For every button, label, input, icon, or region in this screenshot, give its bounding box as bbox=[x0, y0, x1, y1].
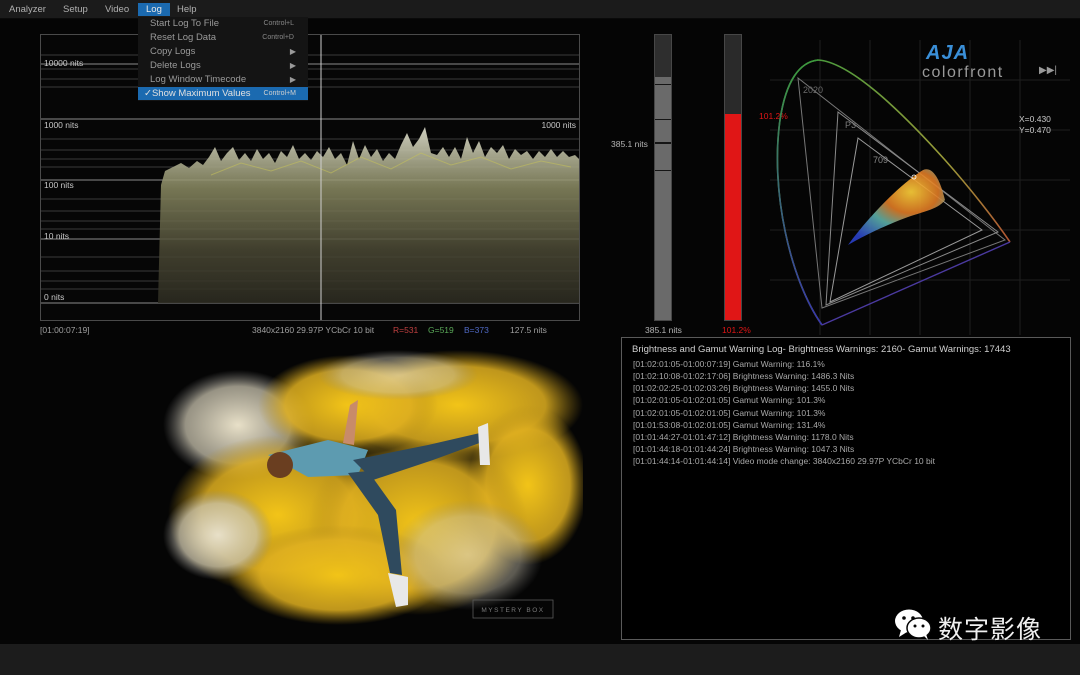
label-1000-nits-right: 1000 nits bbox=[541, 120, 577, 130]
label-10-nits: 10 nits bbox=[44, 231, 70, 241]
wechat-account-name: 数字影像 bbox=[938, 615, 1043, 644]
menu-log[interactable]: Log bbox=[138, 3, 170, 16]
menu-reset-log-data[interactable]: Reset Log Data Control+D bbox=[138, 31, 308, 44]
mystery-box-watermark: MYSTERY BOX bbox=[481, 607, 544, 614]
log-line: [01:01:44:27-01:01:47:12] Brightness War… bbox=[633, 432, 854, 442]
menu-analyzer[interactable]: Analyzer bbox=[6, 3, 49, 16]
b-value: B=373 bbox=[464, 325, 489, 335]
chevron-right-icon: ▶ bbox=[289, 61, 296, 70]
video-preview-image: MYSTERY BOX bbox=[163, 350, 583, 625]
log-line: [01:01:44:18-01:01:44:24] Brightness War… bbox=[633, 444, 855, 454]
video-mode: 3840x2160 29.97P YCbCr 10 bit bbox=[252, 325, 375, 335]
menu-show-maximum-values[interactable]: ✓Show Maximum Values Control+M bbox=[138, 87, 308, 100]
waveform-graph bbox=[41, 35, 579, 320]
colorfront-mark-icon: ▶▶| bbox=[1039, 65, 1057, 76]
brightness-meter bbox=[654, 34, 672, 321]
menu-help[interactable]: Help bbox=[174, 3, 200, 16]
gamut-label-2020: 2020 bbox=[803, 85, 823, 95]
y-coordinate-readout: Y=0.470 bbox=[1019, 125, 1051, 135]
log-line: [01:02:01:05-01:02:01:05] Gamut Warning:… bbox=[633, 395, 826, 405]
label-1000-nits-left: 1000 nits bbox=[44, 120, 79, 130]
gamut-bottom-label: 101.2% bbox=[722, 325, 751, 335]
x-coordinate-readout: X=0.430 bbox=[1019, 114, 1051, 124]
gamut-label-709: 709 bbox=[873, 155, 888, 165]
gamut-meter bbox=[724, 34, 742, 321]
wechat-icon bbox=[895, 609, 932, 640]
brightness-side-label: 385.1 nits bbox=[611, 139, 648, 149]
menu-copy-logs[interactable]: Copy Logs ▶ bbox=[138, 45, 308, 58]
label-100-nits: 100 nits bbox=[44, 180, 74, 190]
log-line: [01:01:44:14-01:01:44:14] Video mode cha… bbox=[633, 456, 935, 466]
log-line: [01:02:10:08-01:02:17:06] Brightness War… bbox=[633, 371, 855, 381]
log-panel-title: Brightness and Gamut Warning Log- Bright… bbox=[632, 344, 1011, 355]
nits-readout: 127.5 nits bbox=[510, 325, 547, 335]
label-0-nits: 0 nits bbox=[44, 292, 65, 302]
menu-video[interactable]: Video bbox=[102, 3, 132, 16]
log-menu-dropdown: Start Log To File Control+L Reset Log Dat… bbox=[138, 17, 308, 101]
warning-log-panel[interactable]: Brightness and Gamut Warning Log- Bright… bbox=[621, 337, 1071, 640]
brightness-bottom-label: 385.1 nits bbox=[645, 325, 682, 335]
label-10000-nits: 10000 nits bbox=[44, 58, 84, 68]
log-line: [01:02:01:05-01:02:01:05] Gamut Warning:… bbox=[633, 408, 826, 418]
log-line: [01:02:02:25-01:02:03:26] Brightness War… bbox=[633, 383, 855, 393]
status-bar bbox=[0, 644, 1080, 675]
menu-delete-logs[interactable]: Delete Logs ▶ bbox=[138, 59, 308, 72]
menu-log-window-timecode[interactable]: Log Window Timecode ▶ bbox=[138, 73, 308, 86]
brightness-meter-fill bbox=[655, 77, 671, 320]
g-value: G=519 bbox=[428, 325, 454, 335]
colorfront-wordmark: colorfront bbox=[922, 64, 1004, 81]
gamut-meter-fill bbox=[725, 114, 741, 320]
aja-colorfront-logo: AJA colorfront ▶▶| bbox=[922, 42, 1062, 87]
chevron-right-icon: ▶ bbox=[289, 75, 296, 84]
menu-setup[interactable]: Setup bbox=[60, 3, 91, 16]
log-line: [01:02:01:05-01:00:07:19] Gamut Warning:… bbox=[633, 359, 825, 369]
gamut-label-p3: P3 bbox=[845, 120, 856, 130]
aja-logo: AJA bbox=[926, 42, 970, 64]
chevron-right-icon: ▶ bbox=[289, 47, 296, 56]
waveform-monitor: 10000 nits 1000 nits 1000 nits 100 nits … bbox=[40, 34, 580, 321]
r-value: R=531 bbox=[393, 325, 419, 335]
log-line: [01:01:53:08-01:02:01:05] Gamut Warning:… bbox=[633, 420, 826, 430]
menu-start-log-to-file[interactable]: Start Log To File Control+L bbox=[138, 17, 308, 30]
timecode: [01:00:07:19] bbox=[40, 325, 90, 335]
